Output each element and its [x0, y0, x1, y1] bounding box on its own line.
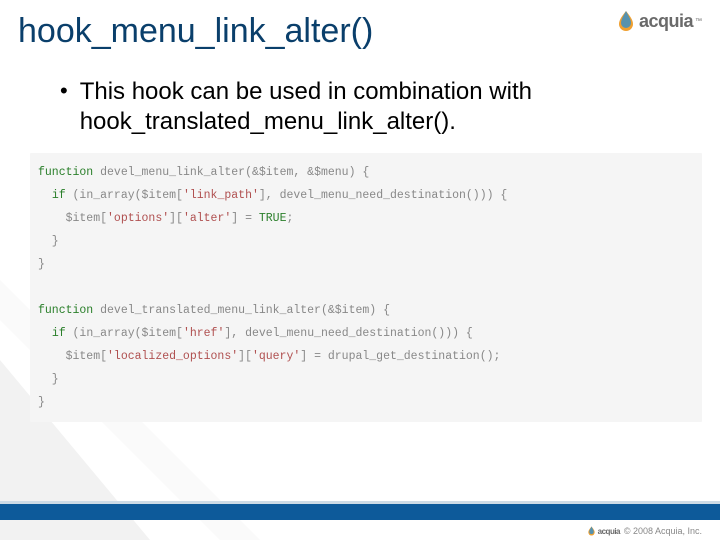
string-literal: 'href' [183, 327, 224, 340]
code-text: } [38, 235, 59, 248]
copyright-text: © 2008 Acquia, Inc. [624, 526, 702, 536]
droplet-icon [616, 10, 636, 32]
footer-bar [0, 504, 720, 520]
code-text: ] = [231, 212, 259, 225]
bullet-dot: • [60, 77, 68, 105]
string-literal: 'localized_options' [107, 350, 238, 363]
code-block: function devel_menu_link_alter(&$item, &… [30, 153, 702, 422]
string-literal: 'query' [252, 350, 300, 363]
bullet-text: This hook can be used in combination wit… [80, 77, 680, 137]
keyword-function: function [38, 166, 93, 179]
droplet-icon [587, 526, 596, 536]
code-text: ][ [238, 350, 252, 363]
string-literal: 'link_path' [183, 189, 259, 202]
code-text: } [38, 373, 59, 386]
code-text: (in_array($item[ [66, 189, 183, 202]
code-text: ; [286, 212, 293, 225]
bullet-list: • This hook can be used in combination w… [0, 51, 720, 137]
string-literal: 'options' [107, 212, 169, 225]
brand-name: acquia [639, 11, 693, 32]
code-text: (&$item, &$menu) { [245, 166, 369, 179]
footer-brand-logo: acquia [587, 526, 620, 536]
code-text: $item[ [38, 350, 107, 363]
string-literal: 'alter' [183, 212, 231, 225]
keyword-if: if [52, 189, 66, 202]
code-text: ], devel_menu_need_destination())) { [259, 189, 507, 202]
brand-tm: ™ [695, 18, 702, 25]
slide: acquia™ hook_menu_link_alter() • This ho… [0, 0, 720, 540]
code-text: } [38, 258, 45, 271]
function-name-2: devel_translated_menu_link_alter [100, 304, 321, 317]
code-text: (&$item) { [321, 304, 390, 317]
keyword-true: TRUE [259, 212, 287, 225]
page-title: hook_menu_link_alter() [0, 0, 720, 51]
footer-brand-name: acquia [598, 527, 620, 536]
code-text: ], devel_menu_need_destination())) { [224, 327, 472, 340]
keyword-function: function [38, 304, 93, 317]
code-text: ][ [169, 212, 183, 225]
keyword-if: if [52, 327, 66, 340]
code-text: } [38, 396, 45, 409]
code-text: ] = drupal_get_destination(); [300, 350, 500, 363]
code-text: (in_array($item[ [66, 327, 183, 340]
function-name-1: devel_menu_link_alter [100, 166, 245, 179]
code-text: $item[ [38, 212, 107, 225]
brand-logo: acquia™ [616, 10, 702, 32]
